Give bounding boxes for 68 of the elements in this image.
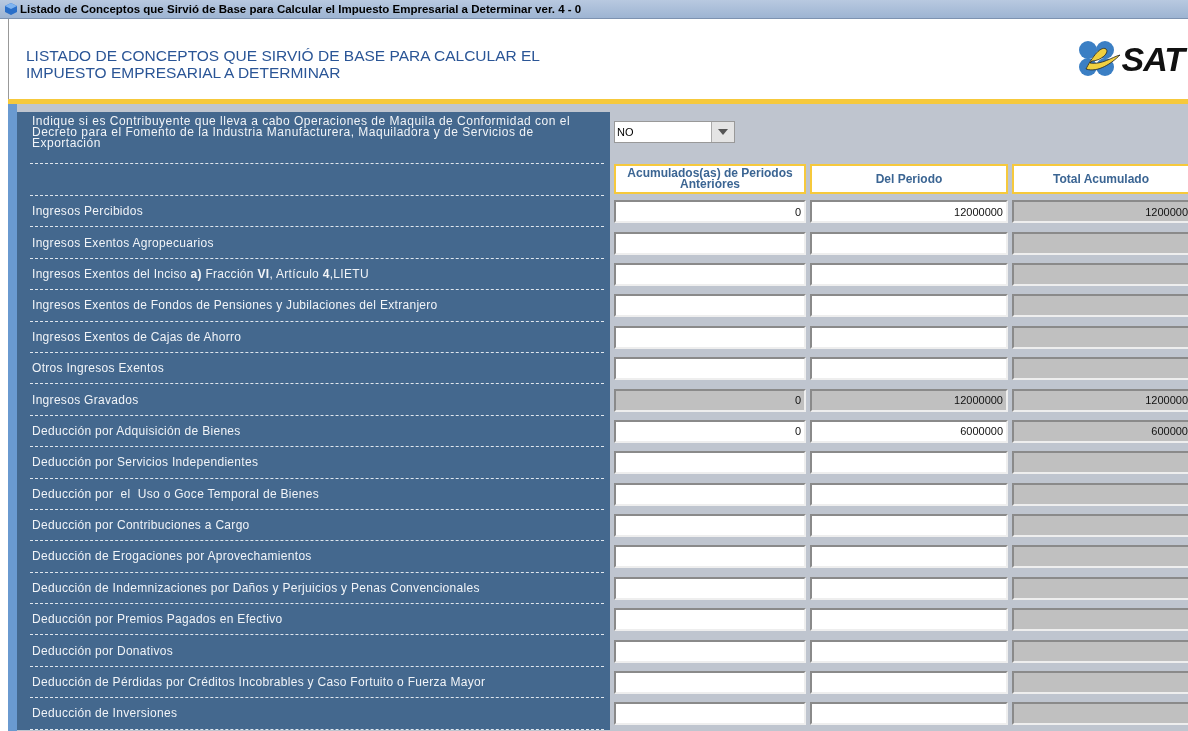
input-field[interactable] xyxy=(1012,639,1188,663)
input-field[interactable] xyxy=(1012,357,1188,381)
input-field[interactable] xyxy=(810,671,1008,695)
input-field[interactable]: 12000000 xyxy=(810,200,1008,224)
input-field[interactable] xyxy=(810,576,1008,600)
input-field[interactable] xyxy=(810,545,1008,569)
input-field[interactable]: 6000000 xyxy=(810,419,1008,443)
window-title: Listado de Conceptos que Sirvió de Base para Calcular el Impuesto Empresarial a Determinar ver. 4 - 0 xyxy=(20,3,582,15)
input-field[interactable] xyxy=(810,608,1008,632)
caret-icon xyxy=(718,129,728,135)
input-field[interactable] xyxy=(810,231,1008,255)
input-field[interactable] xyxy=(810,482,1008,506)
row-label: Deducción por Servicios Independientes xyxy=(30,447,604,479)
column-header: Acumulados(as) de Periodos Anteriores xyxy=(614,164,806,194)
input-field[interactable] xyxy=(614,702,806,726)
input-field[interactable] xyxy=(614,231,806,255)
input-field[interactable] xyxy=(1012,262,1188,286)
input-field[interactable] xyxy=(1012,608,1188,632)
column-header: Del Periodo xyxy=(810,164,1008,194)
input-field[interactable] xyxy=(614,325,806,349)
input-field[interactable]: 12000000 xyxy=(810,388,1008,412)
input-field[interactable]: 0 xyxy=(614,200,806,224)
input-field[interactable] xyxy=(810,325,1008,349)
dropdown[interactable]: NO xyxy=(614,121,735,143)
row-label: Deducción por Donativos xyxy=(30,635,604,667)
input-field[interactable] xyxy=(614,671,806,695)
input-field[interactable] xyxy=(810,451,1008,475)
input-field[interactable] xyxy=(1012,231,1188,255)
input-field[interactable] xyxy=(614,357,806,381)
input-field[interactable] xyxy=(1012,576,1188,600)
input-field[interactable]: 1200000 xyxy=(1012,388,1188,412)
input-field[interactable] xyxy=(810,639,1008,663)
input-field[interactable] xyxy=(614,451,806,475)
input-field[interactable] xyxy=(614,262,806,286)
input-field[interactable] xyxy=(614,639,806,663)
input-field[interactable] xyxy=(614,608,806,632)
input-field[interactable]: 0 xyxy=(614,419,806,443)
input-field[interactable] xyxy=(1012,294,1188,318)
input-field[interactable] xyxy=(1012,325,1188,349)
cube-icon xyxy=(5,3,17,15)
row-label: Deducción de Inversiones xyxy=(30,698,604,730)
row-label: Ingresos Exentos Agropecuarios xyxy=(30,227,604,259)
input-field[interactable] xyxy=(810,514,1008,538)
row-label: Ingresos Exentos de Fondos de Pensiones y Jubilaciones del Extranjero xyxy=(30,290,604,322)
input-field[interactable] xyxy=(614,514,806,538)
input-field[interactable] xyxy=(810,702,1008,726)
input-field[interactable] xyxy=(614,482,806,506)
input-field[interactable] xyxy=(614,576,806,600)
row-label: Ingresos Exentos de Cajas de Ahorro xyxy=(30,321,604,353)
input-field[interactable] xyxy=(614,294,806,318)
input-field[interactable] xyxy=(1012,451,1188,475)
input-field[interactable] xyxy=(810,294,1008,318)
input-field[interactable] xyxy=(810,357,1008,381)
input-field[interactable]: 1200000 xyxy=(1012,200,1188,224)
page-title: LISTADO DE CONCEPTOS QUE SIRVIÓ DE BASE PARA CALCULAR EL IMPUESTO EMPRESARIAL A DETERMINAR xyxy=(26,47,541,81)
input-field[interactable] xyxy=(1012,514,1188,538)
input-field[interactable]: 0 xyxy=(614,388,806,412)
input-field[interactable] xyxy=(1012,482,1188,506)
input-field[interactable] xyxy=(1012,702,1188,726)
row-label: Deducción de Erogaciones por Aprovechamientos xyxy=(30,541,604,573)
input-field[interactable] xyxy=(810,262,1008,286)
input-field[interactable] xyxy=(614,545,806,569)
row-label: Ingresos Gravados xyxy=(30,384,604,416)
input-field[interactable]: 600000 xyxy=(1012,419,1188,443)
input-field[interactable] xyxy=(1012,545,1188,569)
column-header: Total Acumulado xyxy=(1012,164,1188,194)
input-field[interactable] xyxy=(1012,671,1188,695)
row-label: Deducción por el Uso o Goce Temporal de Bienes xyxy=(30,478,604,510)
